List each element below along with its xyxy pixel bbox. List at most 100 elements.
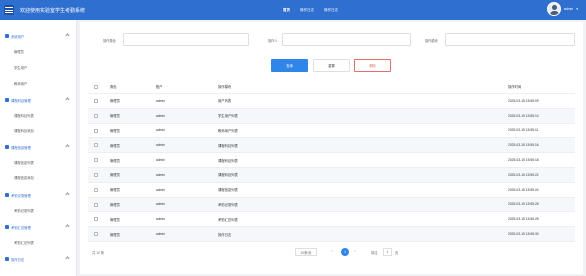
- cell-account: admin: [156, 158, 165, 163]
- cell-time: 2025-03-15 15:55:11: [508, 128, 539, 133]
- sidebar-item-subject-add[interactable]: 课程科目添加: [14, 128, 34, 133]
- sidebar-group-subjects[interactable]: 课程科目管理: [0, 95, 77, 105]
- cell-account: admin: [156, 128, 165, 133]
- user-icon: [5, 34, 9, 38]
- row-checkbox[interactable]: [94, 113, 98, 118]
- table-row[interactable]: 管理员 admin 用户列表 2025-03-15 15:55:09: [88, 94, 575, 109]
- nav-home[interactable]: 首页: [283, 8, 290, 13]
- table-row[interactable]: 管理员 admin 课程科目列表 2025-03-15 15:55:16: [88, 138, 575, 154]
- cell-time: 2025-03-15 15:55:18: [508, 158, 539, 163]
- sidebar-group-courses[interactable]: 课程信息管理: [0, 142, 77, 152]
- chevron-icon: [65, 144, 70, 149]
- cell-time: 2025-03-15 15:55:10: [508, 113, 539, 118]
- cell-role: 管理员: [110, 232, 120, 237]
- total-count: 共 10 条: [92, 251, 105, 255]
- sidebar-item-admin[interactable]: 管理员: [14, 49, 24, 54]
- chevron-icon: [65, 256, 70, 261]
- select-all-checkbox[interactable]: [94, 85, 98, 89]
- cell-role: 管理员: [110, 188, 120, 193]
- menu-toggle-icon[interactable]: [4, 5, 14, 15]
- nav-op-log-1[interactable]: 操作日志: [300, 8, 314, 13]
- row-checkbox[interactable]: [94, 158, 98, 163]
- column-header-role: 角色: [110, 85, 117, 89]
- grid-icon: [5, 145, 9, 149]
- chart-icon: [5, 225, 9, 229]
- nav-op-log-2[interactable]: 操作日志: [324, 8, 338, 13]
- chevron-icon: [65, 192, 70, 197]
- sidebar-group-summary[interactable]: 考勤汇总管理: [0, 222, 77, 232]
- sidebar-item-teachers[interactable]: 教师用户: [14, 81, 27, 86]
- cell-account: admin: [156, 98, 165, 103]
- prev-page-button[interactable]: <: [331, 249, 333, 253]
- cell-module: 课程科目列表: [218, 158, 238, 163]
- cell-module: 教师用户列表: [218, 128, 238, 133]
- table-row[interactable]: 管理员 admin 课程科目列表 2025-03-15 15:55:18: [88, 153, 575, 168]
- table-row[interactable]: 管理员 admin 学生用户列表 2025-03-15 15:55:10: [88, 108, 575, 124]
- next-page-button[interactable]: >: [354, 249, 356, 253]
- sidebar-group-system-users[interactable]: 系统用户: [0, 31, 77, 41]
- cell-time: 2025-03-15 15:55:26: [508, 202, 539, 207]
- sidebar-item-students[interactable]: 学生用户: [14, 65, 27, 70]
- row-checkbox[interactable]: [94, 172, 98, 177]
- role-filter-label: 操作角色: [103, 39, 116, 43]
- clipboard-icon: [5, 193, 9, 197]
- table-row[interactable]: 管理员 admin 考勤汇总列表 2025-03-15 15:55:28: [88, 212, 575, 228]
- sidebar-item-attendance-list[interactable]: 考勤记录列表: [14, 208, 34, 213]
- cell-account: admin: [156, 143, 165, 148]
- cell-module: 课程科目列表: [218, 143, 238, 148]
- table-row[interactable]: 管理员 admin 课程信息列表 2025-03-15 15:55:24: [88, 183, 575, 198]
- delete-button[interactable]: 删除: [354, 59, 391, 72]
- cell-account: admin: [156, 202, 165, 207]
- row-checkbox[interactable]: [94, 187, 98, 192]
- cell-account: admin: [156, 187, 165, 192]
- search-button[interactable]: 查询: [271, 59, 308, 72]
- user-menu[interactable]: admin ▾: [546, 2, 578, 16]
- cell-module: 操作日志: [218, 232, 232, 237]
- sidebar-item-course-list[interactable]: 课程信息列表: [14, 160, 34, 165]
- cell-role: 管理员: [110, 202, 120, 207]
- sidebar: 系统用户 管理员 学生用户 教师用户 课程科目管理 课程科目列表 课程科目添加 …: [0, 20, 77, 276]
- table-row[interactable]: 管理员 admin 教师用户列表 2025-03-15 15:55:11: [88, 124, 575, 139]
- table-header-row: 角色 账户 操作模块 操作时间: [88, 80, 575, 94]
- sidebar-item-summary-list[interactable]: 考勤汇总列表: [14, 240, 34, 245]
- top-nav: 首页 操作日志 操作日志: [283, 0, 338, 20]
- row-checkbox[interactable]: [94, 128, 98, 133]
- page-size-select[interactable]: 10条/页: [295, 248, 317, 256]
- cell-module: 考勤汇总列表: [218, 217, 238, 222]
- table-row[interactable]: 管理员 admin 考勤记录列表 2025-03-15 15:55:26: [88, 197, 575, 213]
- goto-label: 前往: [371, 251, 378, 255]
- cell-role: 管理员: [110, 158, 120, 163]
- table-row[interactable]: 管理员 admin 课程科目列表 2025-03-15 15:55:22: [88, 167, 575, 183]
- cell-account: admin: [156, 113, 165, 118]
- username[interactable]: admin: [564, 7, 574, 11]
- cell-role: 管理员: [110, 143, 120, 148]
- reset-button[interactable]: 重置: [313, 59, 350, 72]
- sidebar-group-attendance[interactable]: 考勤记录管理: [0, 190, 77, 200]
- avatar[interactable]: [546, 2, 561, 16]
- cell-module: 考勤记录列表: [218, 202, 238, 207]
- sidebar-item-course-add[interactable]: 课程信息添加: [14, 175, 34, 180]
- cell-time: 2025-03-15 15:55:16: [508, 143, 539, 148]
- sidebar-item-subject-list[interactable]: 课程科目列表: [14, 113, 34, 118]
- cell-role: 管理员: [110, 128, 120, 133]
- row-checkbox[interactable]: [94, 143, 98, 148]
- top-bar: 欢迎使用实验室学生考勤系统 首页 操作日志 操作日志 admin ▾: [0, 0, 586, 20]
- table-row[interactable]: 管理员 admin 操作日志 2025-03-15 15:55:30: [88, 227, 575, 242]
- row-checkbox[interactable]: [94, 217, 98, 222]
- column-header-module: 操作模块: [218, 85, 232, 89]
- row-checkbox[interactable]: [94, 99, 98, 103]
- role-filter-input[interactable]: [123, 33, 249, 46]
- current-page[interactable]: 1: [341, 248, 349, 256]
- sidebar-group-op-log[interactable]: 操作日志: [0, 254, 77, 264]
- chevron-down-icon[interactable]: ▾: [576, 7, 578, 11]
- row-checkbox[interactable]: [94, 232, 98, 237]
- column-header-time: 操作时间: [508, 85, 522, 89]
- cell-time: 2025-03-15 15:55:22: [508, 172, 539, 177]
- goto-page-input[interactable]: 1: [383, 248, 392, 256]
- operator-filter-label: 操作人: [268, 39, 278, 43]
- operator-filter-input[interactable]: [282, 33, 411, 46]
- main-panel: 操作角色 操作人 操作模块 查询 重置 删除 角色 账户 操作模块 操作时间 管…: [80, 22, 583, 274]
- row-checkbox[interactable]: [94, 202, 98, 207]
- cell-time: 2025-03-15 15:55:28: [508, 217, 539, 222]
- module-filter-input[interactable]: [445, 33, 575, 46]
